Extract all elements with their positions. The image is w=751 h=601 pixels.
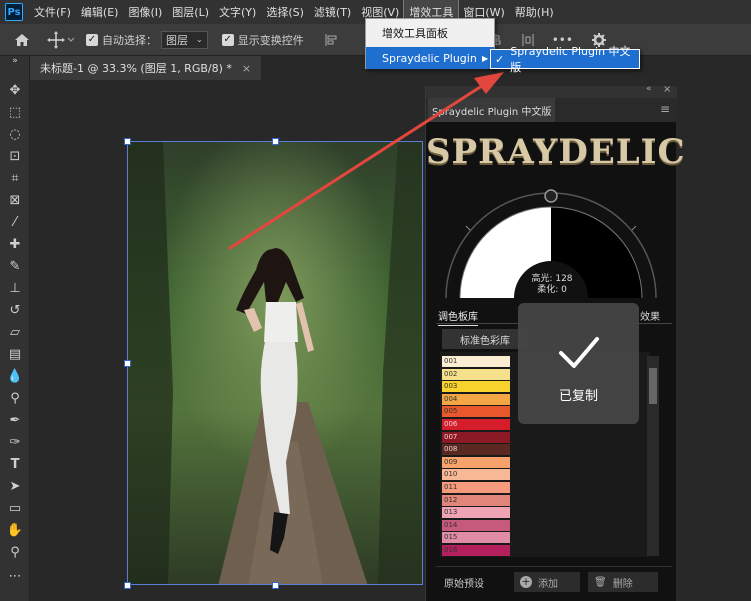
checkmark-icon [559,337,599,368]
hand-icon[interactable]: ✋ [5,522,25,540]
swatch-item[interactable]: 012 [442,494,510,506]
menu-image[interactable]: 图像(I) [123,0,167,24]
swatch-item[interactable]: 007 [442,431,510,443]
transform-handle-bottom-left[interactable] [124,582,131,589]
transform-option[interactable]: ✓ 显示变换控件 [221,32,304,48]
stamp-icon[interactable]: ⊥ [5,280,25,298]
rectangle-icon[interactable]: ▭ [5,500,25,518]
marquee-icon[interactable]: ⬚ [5,104,25,122]
swatch-item[interactable]: 001 [442,356,510,367]
swatch-item[interactable]: 004 [442,393,510,405]
path-select-icon[interactable]: ➤ [5,478,25,496]
crop-icon[interactable]: ⌗ [5,170,25,188]
collapse-chevron-icon[interactable]: » [5,56,25,74]
move-tool-icon[interactable] [46,30,76,50]
menu-select[interactable]: 选择(S) [261,0,309,24]
swatch-item[interactable]: 016 [442,545,510,556]
swatch-item[interactable]: 006 [442,419,510,430]
menu-help[interactable]: 帮助(H) [510,0,559,24]
preset-row: 原始预设 + 添加 🗑 删除 [436,566,672,596]
swatch-scrollbar-thumb[interactable] [649,368,657,404]
auto-select-checkbox[interactable]: ✓ [86,33,98,46]
type-icon[interactable]: T [5,456,25,474]
eraser-icon[interactable]: ▱ [5,324,25,342]
transform-handle-bottom[interactable] [272,582,279,589]
photoshop-logo-icon: Ps [5,3,23,21]
history-brush-icon[interactable]: ↺ [5,302,25,320]
swatch-item[interactable]: 010 [442,469,510,481]
blur-icon[interactable]: 💧 [5,368,25,386]
more-tools-icon[interactable]: ⋯ [5,568,25,586]
swatch-item[interactable]: 003 [442,381,510,393]
swatch-item[interactable]: 011 [442,482,510,493]
dodge-icon[interactable]: ⚲ [5,390,25,408]
panel-menu-icon[interactable]: ≡ [660,102,670,116]
auto-select-dropdown[interactable]: 图层 ⌄ [161,30,208,49]
menu-file[interactable]: 文件(F) [29,0,76,24]
healing-brush-icon[interactable]: ✚ [5,236,25,254]
menu-type[interactable]: 文字(Y) [214,0,261,24]
add-icon: + [520,575,532,588]
highlight-label: 高光: 128 [531,274,573,284]
add-button[interactable]: + 添加 [514,572,580,592]
plugins-dropdown-menu: 增效工具面板 Spraydelic Plugin ▶ [365,18,495,69]
auto-select-option[interactable]: ✓ 自动选择： 图层 ⌄ [86,30,208,49]
swatch-item[interactable]: 013 [442,507,510,519]
home-icon[interactable] [12,30,32,50]
standard-color-library-button[interactable]: 标准色彩库 [442,329,528,349]
annotation-arrow [228,72,504,250]
collapse-panel-icon[interactable]: « [646,84,652,94]
menu-edit[interactable]: 编辑(E) [76,0,124,24]
delete-button[interactable]: 🗑 删除 [588,572,658,592]
add-label: 添加 [538,578,558,590]
transform-handle-left[interactable] [124,360,131,367]
preset-label: 原始预设 [444,579,484,590]
swatch-item[interactable]: 002 [442,368,510,380]
frame-icon[interactable]: ⊠ [5,192,25,210]
align-left-icon[interactable] [324,32,340,48]
document-tab-title: 未标题-1 @ 33.3% (图层 1, RGB/8) * [40,62,232,75]
tab-effects[interactable]: 效果 [640,308,660,323]
auto-select-value: 图层 [166,33,188,47]
transform-checkbox[interactable]: ✓ [221,33,234,46]
menu-item-spraydelic-label: Spraydelic Plugin [382,51,477,65]
zoom-icon[interactable]: ⚲ [5,544,25,562]
trash-icon: 🗑 [594,576,607,588]
close-panel-icon[interactable]: × [663,84,671,95]
transform-handle-top-left[interactable] [124,138,131,145]
chevron-down-icon: ⌄ [196,35,203,44]
quick-select-icon[interactable]: ⊡ [5,148,25,166]
menu-item-plugins-panel[interactable]: 增效工具面板 [366,22,494,44]
gauge-handle [544,189,558,203]
pen-alt-icon[interactable]: ✑ [5,434,25,452]
menu-layer[interactable]: 图层(L) [167,0,214,24]
tools-panel: » ✥ ⬚ ◌ ⊡ ⌗ ⊠ ⁄ ✚ ✎ ⊥ ↺ ▱ ▤ 💧 ⚲ ✒ ✑ T ➤ … [0,56,30,601]
gauge-readout: 高光: 128 柔化: 0 [512,274,592,296]
submenu-arrow-icon: ▶ [482,53,489,63]
right-dock-area [676,80,751,601]
tab-palette-library[interactable]: 调色板库 [438,308,478,326]
swatch-item[interactable]: 008 [442,444,510,456]
copied-label: 已复制 [558,389,598,404]
copied-toast: 已复制 [518,303,639,424]
menu-item-spraydelic[interactable]: Spraydelic Plugin ▶ [366,47,494,69]
check-icon: ✓ [495,52,505,66]
softness-label: 柔化: 0 [537,285,567,295]
pen-icon[interactable]: ✒ [5,412,25,430]
lasso-icon[interactable]: ◌ [5,126,25,144]
brush-icon[interactable]: ✎ [5,258,25,276]
delete-label: 删除 [612,578,633,590]
menu-filter[interactable]: 滤镜(T) [309,0,356,24]
eyedropper-icon[interactable]: ⁄ [5,214,25,232]
swatch-item[interactable]: 005 [442,406,510,418]
swatch-item[interactable]: 015 [442,532,510,544]
submenu-item-label: Spraydelic Plugin 中文版 [510,45,631,74]
spraydelic-submenu[interactable]: ✓ Spraydelic Plugin 中文版 [490,45,640,74]
move-icon[interactable]: ✥ [5,82,25,100]
swatch-item[interactable]: 009 [442,456,510,468]
auto-select-label: 自动选择： [102,33,157,47]
gradient-icon[interactable]: ▤ [5,346,25,364]
swatch-item[interactable]: 014 [442,519,510,531]
transform-label: 显示变换控件 [237,33,304,47]
